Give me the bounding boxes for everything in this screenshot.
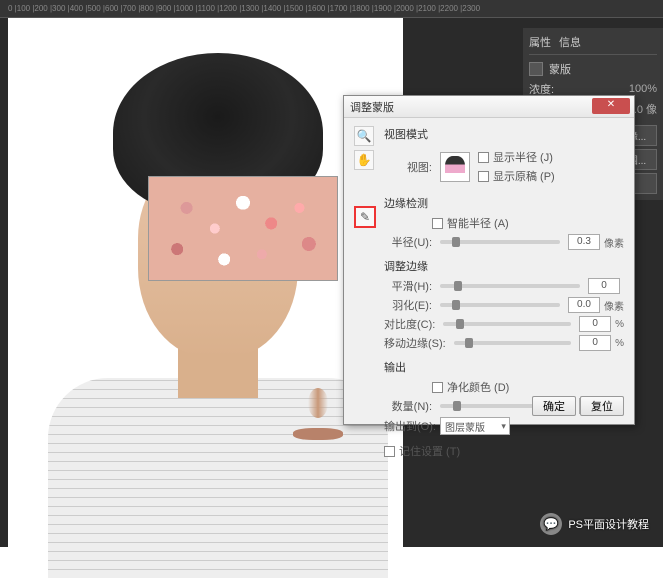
decontaminate-checkbox[interactable] [432,382,443,393]
wechat-icon: 💬 [540,513,562,535]
view-mode-label: 视图模式 [384,126,624,142]
show-radius-label: 显示半径 (J) [493,149,553,165]
reset-button[interactable]: 复位 [580,396,624,416]
zoom-tool-icon[interactable]: 🔍 [354,126,374,146]
ruler-top: 0 |100 |200 |300 |400 |500 |600 |700 |80… [0,0,663,18]
smooth-input[interactable]: 0 [588,278,620,294]
tab-info[interactable]: 信息 [559,34,581,50]
shift-slider[interactable] [454,341,571,345]
hand-tool-icon[interactable]: ✋ [354,150,374,170]
dialog-title: 调整蒙版 [350,99,394,115]
smart-radius-checkbox[interactable] [432,218,443,229]
remember-checkbox[interactable] [384,446,395,457]
remember-label: 记住设置 (T) [399,443,460,459]
radius-label: 半径(U): [384,234,432,250]
decontaminate-label: 净化颜色 (D) [447,379,509,395]
show-original-checkbox[interactable] [478,171,489,182]
feather-unit: 像素 [604,298,624,313]
feather-input[interactable]: 0.0 [568,297,600,313]
contrast-label: 对比度(C): [384,316,435,332]
feather-slider[interactable] [440,303,560,307]
brush-tool-icon[interactable]: ✎ [354,206,376,228]
output-to-select[interactable]: 图层蒙版 [440,417,510,435]
close-icon[interactable]: ✕ [592,98,630,114]
output-to-label: 输出到(O): [384,418,436,434]
nose [308,388,328,418]
mask-icon [529,62,543,76]
portrait-image [38,48,378,538]
show-radius-checkbox[interactable] [478,152,489,163]
mask-label: 蒙版 [549,61,571,77]
density-value: 100% [629,83,657,95]
shift-input[interactable]: 0 [579,335,611,351]
refine-mask-dialog: 调整蒙版 ✕ 🔍 ✋ ✎ 视图模式 视图: 显示半径 (J) 显示 [343,95,635,425]
dialog-tools: 🔍 ✋ ✎ [354,126,376,462]
smooth-slider[interactable] [440,284,580,288]
show-original-label: 显示原稿 (P) [493,168,555,184]
mosaic-censor [148,176,338,281]
feather-label: 羽化(E): [384,297,432,313]
contrast-slider[interactable] [443,322,571,326]
contrast-input[interactable]: 0 [579,316,611,332]
contrast-unit: % [615,319,624,330]
radius-unit: 像素 [604,235,624,250]
shift-label: 移动边缘(S): [384,335,446,351]
watermark: 💬 PS平面设计教程 [540,513,649,535]
radius-input[interactable]: 0.3 [568,234,600,250]
mouth [293,428,343,440]
amount-label: 数量(N): [384,398,432,414]
radius-slider[interactable] [440,240,560,244]
tab-properties[interactable]: 属性 [529,34,551,50]
shirt [48,378,388,578]
watermark-text: PS平面设计教程 [568,516,649,532]
ruler-ticks: 0 |100 |200 |300 |400 |500 |600 |700 |80… [0,4,488,13]
smart-radius-label: 智能半径 (A) [447,215,509,231]
shift-unit: % [615,338,624,349]
adjust-edge-label: 调整边缘 [384,258,624,274]
view-label: 视图: [384,159,432,175]
output-label: 输出 [384,359,624,375]
edge-detect-label: 边缘检测 [384,195,624,211]
ok-button[interactable]: 确定 [532,396,576,416]
workspace: 0 |100 |200 |300 |400 |500 |600 |700 |80… [0,0,663,547]
dialog-titlebar[interactable]: 调整蒙版 ✕ [344,96,634,118]
view-thumbnail[interactable] [440,152,470,182]
smooth-label: 平滑(H): [384,278,432,294]
